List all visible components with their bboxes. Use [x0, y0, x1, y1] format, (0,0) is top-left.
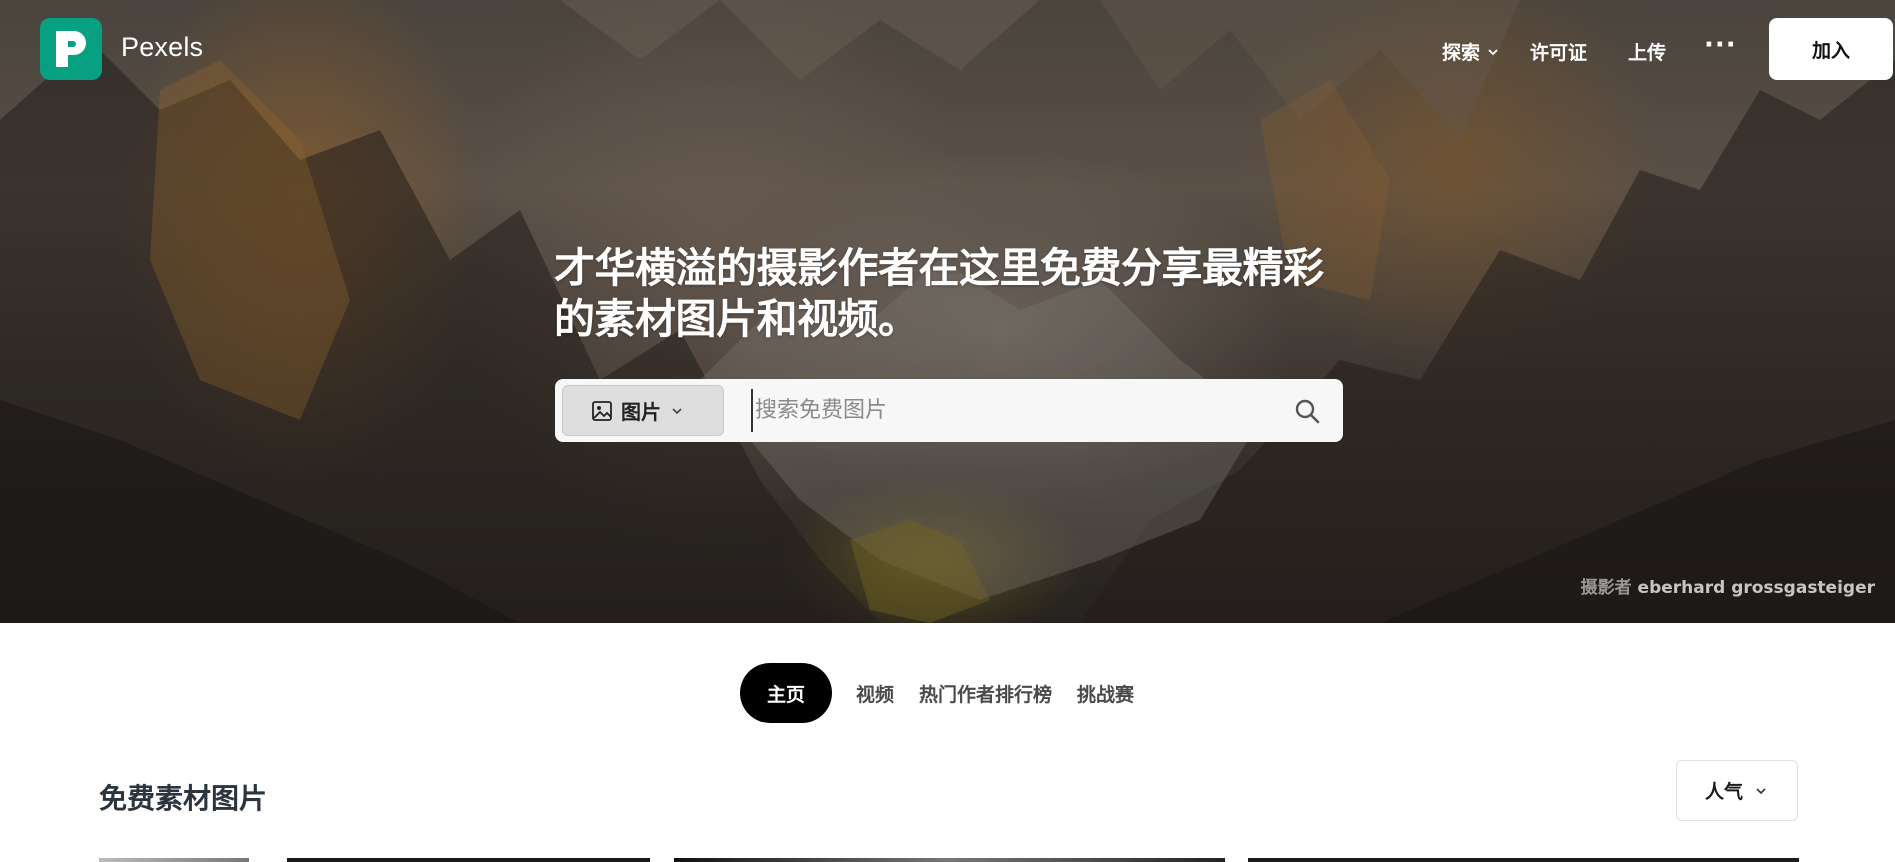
nav-explore-label: 探索	[1442, 42, 1481, 64]
hero-banner: Pexels 探索 许可证 上传 ··· 加入 才华横溢的摄影作者在这里免费分享…	[0, 0, 1895, 623]
chevron-down-icon	[1756, 787, 1766, 794]
sort-dropdown[interactable]: 人气	[1676, 760, 1798, 821]
nav-explore[interactable]: 探索	[1442, 38, 1500, 65]
ellipsis-icon[interactable]: ···	[1704, 30, 1737, 60]
tab-leaderboard[interactable]: 热门作者排行榜	[919, 680, 1052, 707]
join-button[interactable]: 加入	[1769, 18, 1893, 80]
hero-headline-line2: 的素材图片和视频。	[554, 295, 919, 343]
search-bar: 图片	[555, 379, 1343, 442]
photo-credit-prefix: 摄影者	[1580, 578, 1632, 598]
pexels-logo-icon[interactable]	[40, 18, 102, 80]
photo-thumbnail[interactable]	[99, 858, 249, 862]
chevron-down-icon	[672, 407, 682, 414]
sort-label: 人气	[1704, 781, 1743, 803]
nav-upload[interactable]: 上传	[1628, 38, 1666, 65]
brand-name[interactable]: Pexels	[121, 32, 203, 63]
image-icon	[592, 400, 612, 421]
search-type-label: 图片	[621, 400, 661, 424]
hero-headline: 才华横溢的摄影作者在这里免费分享最精彩 的素材图片和视频。	[554, 243, 1354, 345]
photo-thumbnail[interactable]	[674, 858, 1225, 862]
section-tabs: 主页 视频 热门作者排行榜 挑战赛	[740, 663, 1134, 723]
photo-credit[interactable]: 摄影者 eberhard grossgasteiger	[1581, 573, 1875, 598]
tab-challenges[interactable]: 挑战赛	[1077, 680, 1134, 707]
photo-credit-name[interactable]: eberhard grossgasteiger	[1638, 578, 1875, 598]
section-title: 免费素材图片	[99, 782, 268, 815]
search-input[interactable]	[751, 389, 1275, 432]
chevron-down-icon	[1488, 48, 1498, 55]
photo-thumbnail[interactable]	[1248, 858, 1799, 862]
search-icon[interactable]	[1293, 397, 1321, 425]
nav-license[interactable]: 许可证	[1530, 38, 1587, 65]
top-navigation: Pexels 探索 许可证 上传 ··· 加入	[0, 0, 1895, 98]
tab-home[interactable]: 主页	[740, 663, 832, 723]
photo-thumbnail[interactable]	[287, 858, 650, 862]
hero-headline-line1: 才华横溢的摄影作者在这里免费分享最精彩	[554, 244, 1324, 292]
tab-videos[interactable]: 视频	[856, 680, 894, 707]
search-type-select[interactable]: 图片	[562, 385, 724, 436]
